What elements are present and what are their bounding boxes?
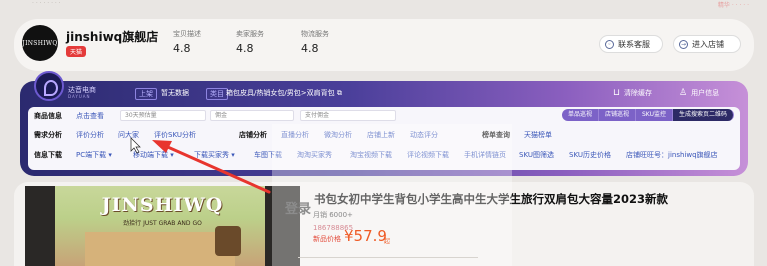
metric-value: 4.8 [301,42,319,55]
enter-icon: → [679,39,688,49]
category-path: 箱包皮具/热销女包/男包>双肩背包 [226,89,335,97]
price-unit: 起 [384,238,391,245]
top-strip-right-text: 精华 · · · · · [717,2,749,9]
listing-date-value: 暂无数据 [161,89,189,97]
tmall-badge: 天猫 [66,46,87,57]
metric-logistics: 物流服务 4.8 [301,29,329,55]
shop-analysis-label: 店铺分析 [239,131,267,139]
user-info-button[interactable]: ♙ 用户信息 [679,88,719,98]
input-underline [298,257,478,258]
metric-value: 4.8 [236,42,254,55]
sku-monitor-tab[interactable]: SKU监控 [636,109,673,121]
listing-date-tag: 上架 [135,88,157,100]
metric-label: 宝贝描述 [173,30,201,38]
paid-commission-input[interactable]: 支付佣金 [300,110,396,121]
tmall-ranking-link[interactable]: 天猫榜单 [524,130,552,140]
top-strip-left-text: · · · · · · · · [32,0,61,7]
metric-description: 宝贝描述 4.8 [173,29,201,55]
generate-qr-tab[interactable]: 生成搜索页二维码 [672,109,734,121]
monthly-estimate-input[interactable]: 30天预估量 [120,110,206,121]
metric-service: 卖家服务 4.8 [236,29,264,55]
plugin-logo-icon [34,71,64,101]
image-brand-text: JINSHIWQ [101,194,224,216]
category-value: 箱包皮具/热销女包/男包>双肩背包 ⧉ [226,88,342,98]
contact-service-label: 联系客服 [618,39,650,49]
plugin-brand-subtitle: DAYUAN [68,94,91,99]
image-shelf [85,232,235,266]
contact-service-button[interactable]: ◦ 联系客服 [599,35,663,53]
mobile-download-dropdown[interactable]: 移动端下载 ▾ [133,150,174,160]
shop-name[interactable]: jinshiwq旗舰店 [66,28,158,45]
review-sku-analysis-link[interactable]: 评价SKU分析 [154,130,196,140]
review-analysis-link[interactable]: 评价分析 [76,130,104,140]
pc-download-dropdown[interactable]: PC端下载 ▾ [76,150,112,160]
product-main-image[interactable]: JINSHIWQ 劲拾行 JUST GRAB AND GO [25,186,300,266]
clear-cache-button[interactable]: ⊔ 清除缓存 [613,88,652,98]
login-title: 登录 [285,202,312,217]
copy-icon[interactable]: ⧉ [337,89,342,97]
shop-wangwang-id[interactable]: 店铺旺旺号：jinshiwq旗舰店 [626,150,718,160]
category-tag: 类目 [206,88,228,100]
top-strip: · · · · · · · · 精华 · · · · · [0,0,767,10]
sku-price-history-link[interactable]: SKU历史价格 [569,150,611,160]
buyer-show-download-dropdown[interactable]: 下载买家秀 ▾ [194,150,235,160]
product-price: ¥57.9 [344,227,387,245]
metric-label: 物流服务 [301,30,329,38]
view-details-link[interactable]: 点击查看 [76,111,104,121]
monitor-segment-group: 单品巡视 店铺巡视 SKU监控 生成搜索页二维码 [561,109,734,121]
login-modal-overlay [272,124,512,266]
product-info-label: 商品信息 [34,112,62,120]
sku-image-filter-link[interactable]: SKU图筛选 [519,150,554,160]
ask-everyone-link[interactable]: 问大家 [118,130,139,140]
enter-shop-button[interactable]: → 进入店铺 [673,35,741,53]
enter-shop-label: 进入店铺 [692,39,724,49]
metric-value: 4.8 [173,42,191,55]
shop-monitor-tab[interactable]: 店铺巡视 [598,109,636,121]
monthly-sales: 月销 6000+ [313,211,353,219]
user-icon: ♙ [679,88,688,98]
info-download-label: 信息下载 [34,151,62,159]
single-item-monitor-tab[interactable]: 单品巡视 [561,109,599,121]
shop-header-card: JINSHIWQ jinshiwq旗舰店 天猫 宝贝描述 4.8 卖家服务 4.… [14,19,754,71]
price-label: 新品价格 [313,235,341,243]
image-bag [215,226,241,256]
metric-label: 卖家服务 [236,30,264,38]
image-slogan-text: 劲拾行 JUST GRAB AND GO [123,220,202,227]
demand-analysis-label: 需求分析 [34,131,62,139]
cart-icon: ⊔ [613,88,621,98]
clear-cache-label: 清除缓存 [624,89,653,97]
shop-logo[interactable]: JINSHIWQ [22,25,58,61]
chat-icon: ◦ [605,39,614,49]
user-info-label: 用户信息 [691,89,720,97]
commission-input[interactable]: 佣金 [210,110,294,121]
